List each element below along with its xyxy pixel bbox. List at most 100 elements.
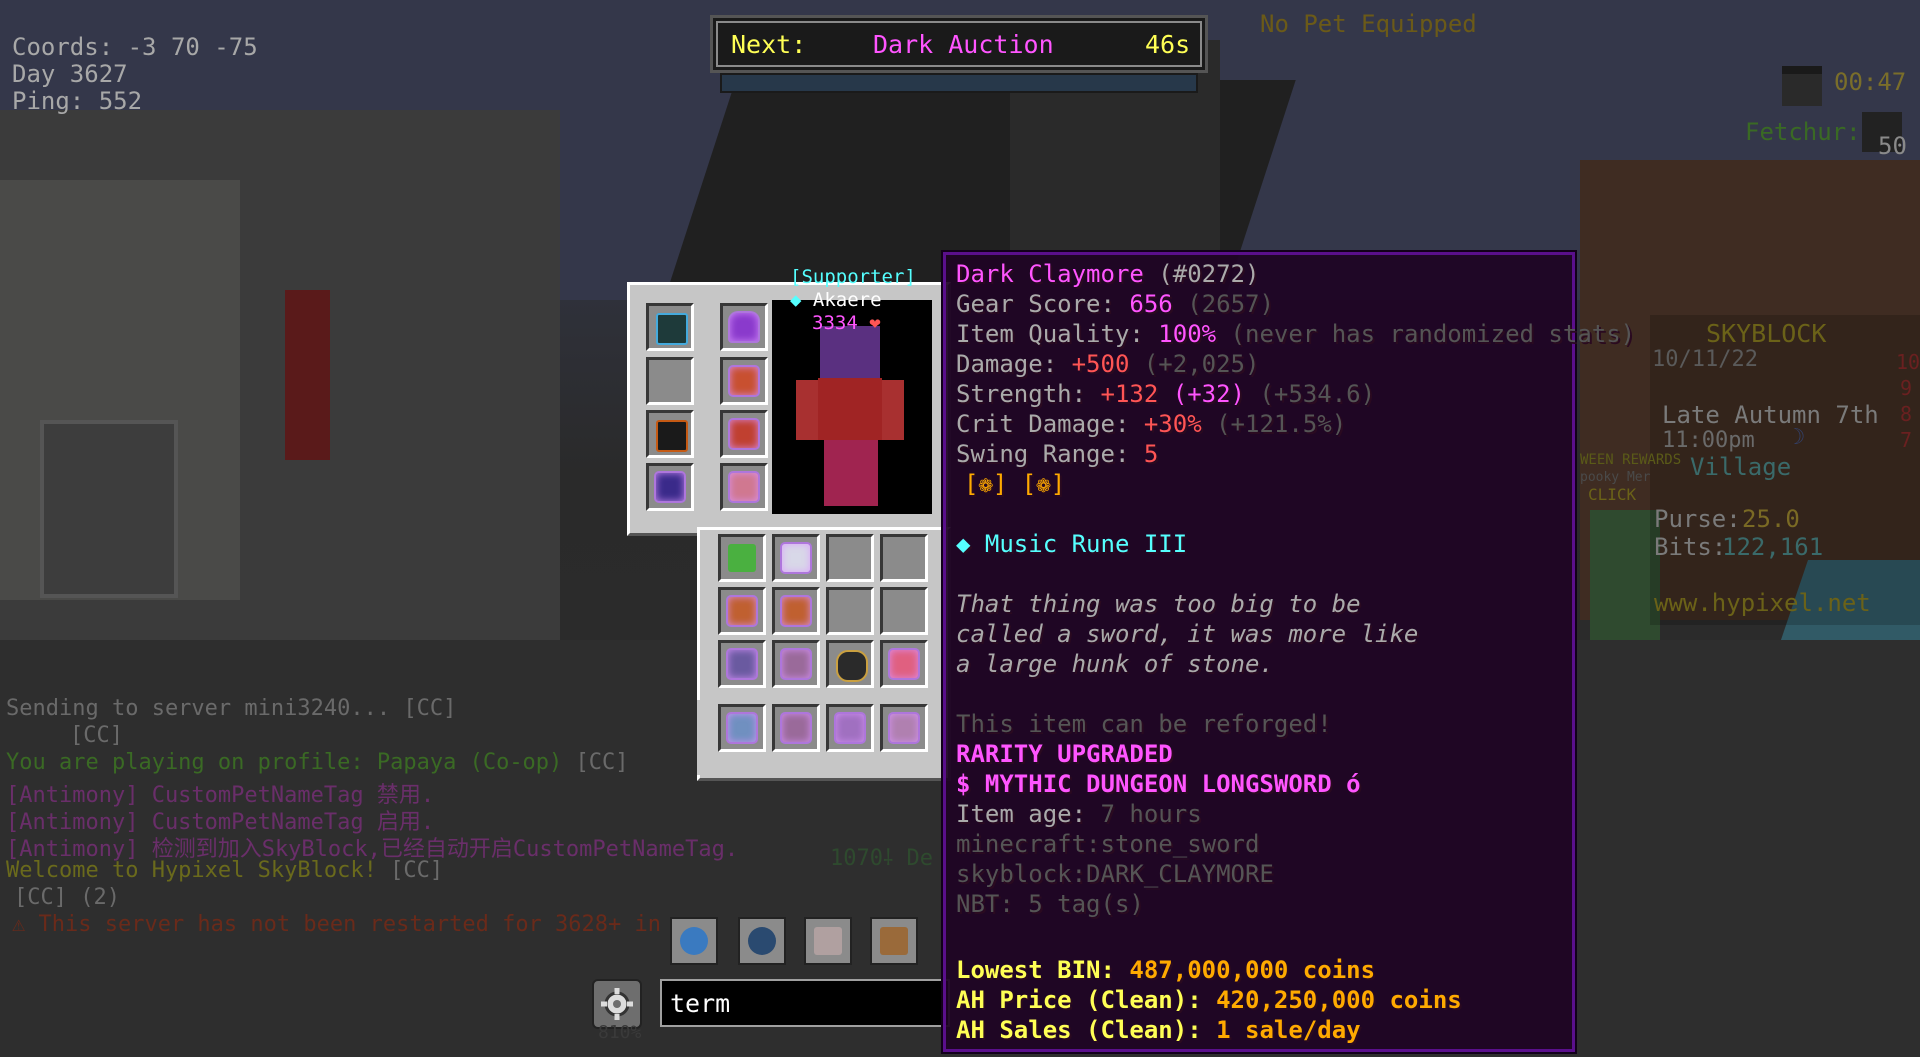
player-arm: [796, 380, 818, 440]
inventory-slot[interactable]: [772, 640, 820, 688]
crafting-table-icon: [880, 927, 908, 955]
inventory-slot[interactable]: [880, 587, 928, 635]
tooltip-lore: a large hunk of stone.: [956, 650, 1274, 678]
boots-slot[interactable]: [720, 463, 768, 511]
heart-icon: ❤: [869, 312, 881, 334]
scoreboard-numbers: 10 9 8 7: [1896, 350, 1920, 480]
score-number: 10: [1896, 350, 1920, 374]
tooltip-title: Dark Claymore (#0272): [956, 260, 1260, 288]
moon-icon: ☽: [1792, 425, 1806, 450]
ping-text: Ping: 552: [12, 87, 143, 115]
fetchur-label: Fetchur:: [1745, 118, 1861, 146]
chat-panel: Sending to server mini3240... [CC] [CC] …: [0, 696, 738, 916]
search-input-value: term: [670, 989, 731, 1018]
inventory-slot[interactable]: [772, 587, 820, 635]
tooltip-strength: Strength: +132 (+32) (+534.6): [956, 380, 1376, 408]
tooltip-rune: ◆ Music Rune III: [956, 530, 1188, 558]
diamond-icon: ◆: [790, 289, 802, 311]
tooltip-reforge-note: This item can be reforged!: [956, 710, 1332, 738]
npc-hologram-3: CLICK: [1588, 485, 1637, 504]
chat-line: You are playing on profile: Papaya (Co-o…: [6, 750, 629, 775]
inventory-slot[interactable]: [826, 640, 874, 688]
inventory-slot[interactable]: [772, 534, 820, 582]
tooltip-lowest-bin: Lowest BIN: 487,000,000 coins: [956, 956, 1376, 984]
dark-cube-icon: [656, 420, 688, 452]
fetchur-count: 50: [1878, 132, 1907, 160]
bow-icon: [782, 650, 810, 678]
leggings-slot[interactable]: [720, 410, 768, 458]
house-window: [40, 420, 178, 598]
bomb-icon: [836, 650, 868, 682]
debug-hud: Coords: -3 70 -75 Day 3627 Ping: 552: [12, 34, 258, 115]
sword-icon: [890, 714, 918, 742]
crafting-table-button[interactable]: [870, 917, 918, 965]
scoreboard-time: 11:00pm: [1662, 428, 1755, 453]
tooltip-rarity-upgraded: RARITY UPGRADED: [956, 740, 1173, 768]
purple-cube-icon: [656, 473, 684, 501]
purse-value: 25.0: [1742, 505, 1800, 533]
scoreboard: SKYBLOCK 10/11/22 Late Autumn 7th 11:00p…: [1650, 315, 1920, 625]
chat-line: Sending to server mini3240... [CC]: [6, 696, 457, 721]
player-body: [818, 378, 882, 440]
cube-item-icon: [656, 313, 688, 345]
server-url: www.hypixel.net: [1654, 589, 1871, 617]
bits-value: 122,161: [1722, 533, 1824, 561]
scoreboard-date: 10/11/22: [1652, 347, 1758, 372]
chat-line: [CC] (2): [14, 885, 120, 910]
inventory-slot[interactable]: [826, 534, 874, 582]
npc-hologram-2: pooky Mer: [1580, 470, 1651, 485]
helmet-slot[interactable]: [720, 303, 768, 351]
inventory-slot[interactable]: [826, 587, 874, 635]
inventory-slot[interactable]: [718, 534, 766, 582]
chestplate-slot[interactable]: [720, 357, 768, 405]
hotbar-slot[interactable]: [880, 704, 928, 752]
scoreboard-title: SKYBLOCK: [1706, 319, 1827, 348]
inventory-slot[interactable]: [718, 640, 766, 688]
hotbar-slot[interactable]: [826, 704, 874, 752]
inventory-slot[interactable]: [718, 587, 766, 635]
pet-status: No Pet Equipped: [1260, 10, 1477, 38]
search-input[interactable]: term: [660, 979, 950, 1027]
chat-line: [CC]: [70, 723, 123, 748]
hotbar-slot[interactable]: [718, 704, 766, 752]
inventory-slot[interactable]: [880, 640, 928, 688]
earth-icon: [748, 927, 776, 955]
equipment-slot[interactable]: [646, 410, 694, 458]
scoreboard-location: Village: [1690, 453, 1792, 481]
chat-line-warning: ⚠ This server has not been restarted for…: [12, 912, 662, 937]
hotbar-row: [697, 700, 945, 775]
equipment-slot[interactable]: [646, 463, 694, 511]
sword-icon: [728, 650, 756, 678]
globe-button[interactable]: [670, 917, 718, 965]
earth-button[interactable]: [738, 917, 786, 965]
fox-head-icon: [728, 597, 756, 625]
boots-icon: [730, 473, 758, 501]
score-number: 9: [1900, 376, 1913, 400]
hotbar-slot[interactable]: [772, 704, 820, 752]
next-event-timer: 46s: [1145, 30, 1191, 59]
next-event-name: Dark Auction: [873, 30, 1054, 59]
player-health: 3334 ❤: [812, 312, 881, 334]
sword-icon: [836, 714, 864, 742]
staff-icon: [728, 714, 756, 742]
fox-head-icon: [782, 597, 810, 625]
anvil-button[interactable]: [804, 917, 852, 965]
scoreboard-season: Late Autumn 7th: [1662, 401, 1879, 429]
player-arm: [882, 380, 904, 440]
equipment-slot[interactable]: [646, 357, 694, 405]
tooltip-nbt: NBT: 5 tag(s): [956, 890, 1144, 918]
leggings-icon: [730, 420, 758, 448]
tooltip-damage: Damage: +500 (+2,025): [956, 350, 1260, 378]
tooltip-lore: called a sword, it was more like: [956, 620, 1419, 648]
tooltip-skyblock-id: skyblock:DARK_CLAYMORE: [956, 860, 1274, 888]
equipment-slot[interactable]: [646, 303, 694, 351]
purse-label: Purse:: [1654, 505, 1741, 533]
clock-text: 00:47: [1834, 68, 1907, 96]
tooltip-lore: That thing was too big to be: [956, 590, 1361, 618]
player-name: ◆ Akaere: [790, 289, 882, 311]
tooltip-gear-score: Gear Score: 656 (2657): [956, 290, 1274, 318]
tooltip-swing-range: Swing Range: 5: [956, 440, 1159, 468]
item-tooltip: Dark Claymore (#0272) Gear Score: 656 (2…: [941, 250, 1635, 1054]
chestplate-icon: [730, 367, 758, 395]
inventory-slot[interactable]: [880, 534, 928, 582]
